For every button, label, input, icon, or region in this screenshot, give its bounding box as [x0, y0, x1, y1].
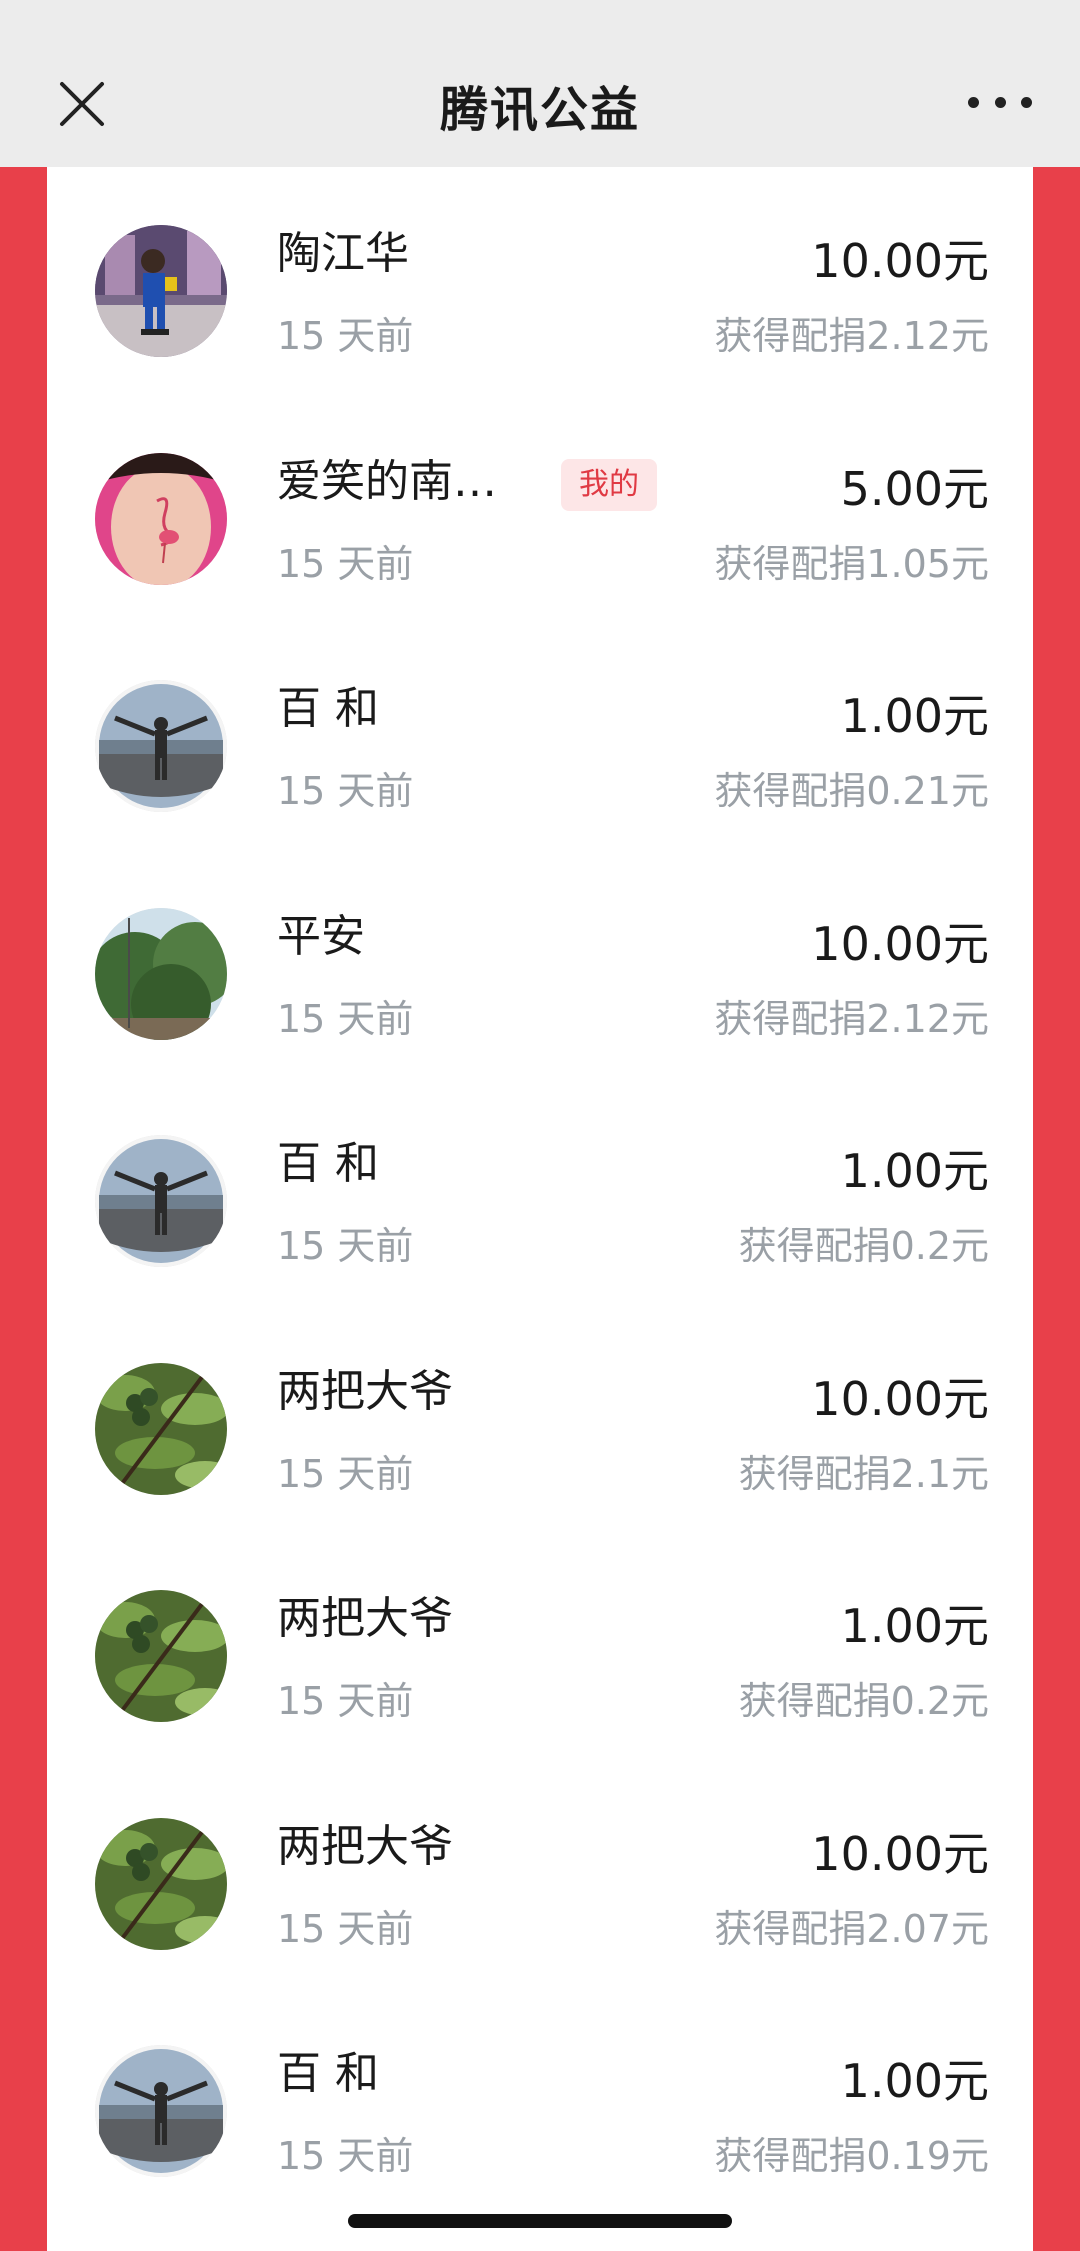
avatar[interactable] — [95, 1590, 227, 1722]
donation-row[interactable]: 两把大爷 15 天前 1.00元获得配捐0.2元 — [47, 1532, 1033, 1759]
donation-amount: 5.00元 — [840, 461, 989, 516]
avatar[interactable] — [95, 907, 227, 1040]
donation-amount: 1.00元 — [840, 2054, 989, 2108]
matching-donation: 获得配捐0.2元 — [738, 1224, 989, 1268]
matching-donation: 获得配捐2.12元 — [714, 996, 989, 1041]
donor-name: 陶江华 — [277, 228, 409, 279]
matching-donation: 获得配捐1.05元 — [714, 541, 989, 586]
donation-row[interactable]: 百 和 15 天前 1.00元获得配捐0.2元 — [47, 1077, 1033, 1304]
avatar[interactable] — [95, 1135, 227, 1267]
avatar[interactable] — [95, 2045, 227, 2177]
donation-time: 15 天前 — [277, 541, 414, 586]
avatar[interactable] — [95, 1817, 227, 1950]
matching-donation: 获得配捐2.12元 — [714, 314, 989, 358]
donor-name: 爱笑的南… — [277, 455, 497, 507]
donation-amount: 1.00元 — [840, 1599, 989, 1653]
more-dots-icon[interactable] — [968, 82, 1032, 122]
matching-donation: 获得配捐0.19元 — [714, 2134, 989, 2178]
donor-name: 百 和 — [277, 2048, 379, 2099]
matching-donation: 获得配捐0.21元 — [714, 769, 989, 813]
donation-time: 15 天前 — [277, 314, 414, 358]
donation-time: 15 天前 — [277, 1906, 414, 1951]
avatar[interactable] — [95, 225, 227, 357]
donation-amount: 10.00元 — [811, 234, 989, 288]
donation-row[interactable]: 爱笑的南… 我的 15 天前 5.00元获得配捐1.05元 — [47, 395, 1033, 622]
donation-time: 15 天前 — [277, 769, 414, 813]
donation-amount: 10.00元 — [811, 916, 989, 971]
matching-donation: 获得配捐0.2元 — [738, 1679, 989, 1723]
donation-time: 15 天前 — [277, 1451, 414, 1496]
mine-badge: 我的 — [561, 458, 657, 511]
donation-amount: 1.00元 — [840, 689, 989, 743]
donation-row[interactable]: 百 和 15 天前 1.00元获得配捐0.21元 — [47, 622, 1033, 849]
donation-time: 15 天前 — [277, 1224, 414, 1268]
donation-amount: 10.00元 — [811, 1826, 989, 1881]
donation-amount: 1.00元 — [840, 1144, 989, 1198]
donor-name: 平安 — [277, 910, 365, 962]
donation-time: 15 天前 — [277, 996, 414, 1041]
avatar[interactable] — [95, 1362, 227, 1495]
matching-donation: 获得配捐2.07元 — [714, 1906, 989, 1951]
page-title: 腾讯公益 — [439, 82, 640, 138]
donation-row[interactable]: 百 和 15 天前 1.00元获得配捐0.19元 — [47, 1987, 1033, 2214]
matching-donation: 获得配捐2.1元 — [738, 1451, 989, 1496]
donation-time: 15 天前 — [277, 1679, 414, 1723]
donor-name: 百 和 — [277, 683, 379, 734]
donor-name: 两把大爷 — [277, 1593, 453, 1644]
donation-amount: 10.00元 — [811, 1371, 989, 1426]
donor-name: 两把大爷 — [277, 1820, 453, 1872]
nav-bar: 腾讯公益 — [0, 0, 1080, 167]
avatar[interactable] — [95, 452, 227, 585]
donor-name: 百 和 — [277, 1138, 379, 1189]
donation-row[interactable]: 两把大爷 15 天前 10.00元获得配捐2.1元 — [47, 1305, 1033, 1532]
home-indicator[interactable] — [348, 2214, 732, 2228]
donation-row[interactable]: 陶江华 15 天前 10.00元获得配捐2.12元 — [47, 167, 1033, 394]
donation-row[interactable]: 平安 15 天前 10.00元获得配捐2.12元 — [47, 850, 1033, 1077]
donation-row[interactable]: 两把大爷 15 天前 10.00元获得配捐2.07元 — [47, 1760, 1033, 1987]
donation-list: 陶江华 15 天前 10.00元 获得配捐2.12元 爱笑的南… 我的 15 天前 5.00元… — [47, 167, 1033, 2251]
donor-name: 两把大爷 — [277, 1365, 453, 1417]
donation-time: 15 天前 — [277, 2134, 414, 2178]
avatar[interactable] — [95, 680, 227, 812]
